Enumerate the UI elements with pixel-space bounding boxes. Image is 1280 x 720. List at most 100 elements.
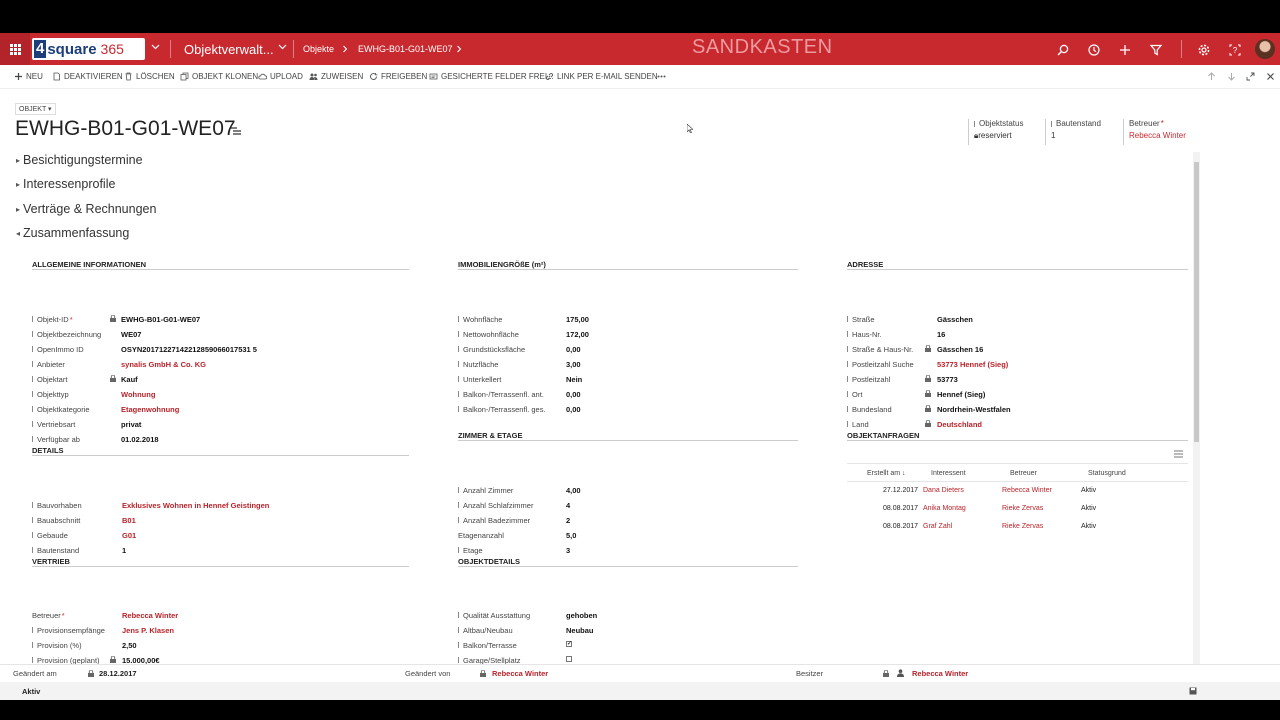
field-row: Balkon-/Terrassenfl. ges. 0,00 xyxy=(458,403,581,415)
field-label-text: Provision (%) xyxy=(37,640,82,650)
scrollbar[interactable] xyxy=(1193,152,1200,664)
chevron-right-icon xyxy=(343,45,348,53)
field-label-text: Straße & Haus-Nr. xyxy=(852,344,914,354)
more-commands-icon[interactable] xyxy=(657,72,666,81)
table-cell[interactable]: Dana Dieters xyxy=(923,487,964,494)
field-value[interactable]: 53773 Hennef (Sieg) xyxy=(937,360,1008,369)
section-vertraege[interactable]: ▸ Verträge & Rechnungen xyxy=(16,202,156,216)
chevron-down-icon[interactable] xyxy=(278,42,287,51)
chevron-down-icon[interactable] xyxy=(151,42,160,51)
field-label-text: Nettowohnfläche xyxy=(463,329,519,339)
gear-icon[interactable] xyxy=(1197,43,1211,57)
field-label: Gebaude xyxy=(32,531,68,540)
header-field-value[interactable]: Rebecca Winter xyxy=(1129,131,1186,140)
section-title: Zusammenfassung xyxy=(23,226,130,240)
footer-link[interactable]: Rebecca Winter xyxy=(912,669,968,678)
entity-type-label: OBJEKT xyxy=(19,106,47,113)
plus-icon[interactable] xyxy=(1118,43,1132,57)
search-icon[interactable] xyxy=(1056,43,1070,57)
unlock-fields-button[interactable]: GESICHERTE FELDER FREI... xyxy=(429,72,554,81)
table-cell[interactable]: Rieke Zervas xyxy=(1002,505,1043,512)
field-row: Bundesland Nordrhein-Westfalen xyxy=(847,403,1011,415)
field-value: Nein xyxy=(566,374,583,384)
mouse-cursor-icon xyxy=(687,124,693,133)
user-avatar[interactable] xyxy=(1255,39,1275,59)
field-label-text: Anzahl Badezimmer xyxy=(463,515,531,525)
field-value[interactable]: Jens P. Klasen xyxy=(122,626,174,635)
share-button[interactable]: FREIGEBEN xyxy=(369,72,427,81)
assign-button-label: ZUWEISEN xyxy=(321,72,364,81)
scrollbar-thumb[interactable] xyxy=(1194,162,1199,442)
field-value[interactable]: Exklusives Wohnen in Hennef Geistingen xyxy=(122,501,269,510)
field-label: Bautenstand xyxy=(32,546,79,555)
entity-type-selector[interactable]: OBJEKT ▾ xyxy=(15,103,56,115)
section-besichtigungstermine[interactable]: ▸ Besichtigungstermine xyxy=(16,153,143,167)
clone-button[interactable]: OBJEKT KLONEN xyxy=(180,72,258,81)
assign-button[interactable]: ZUWEISEN xyxy=(309,72,363,81)
field-label: Betreuer * xyxy=(32,611,65,620)
arrow-down-icon[interactable] xyxy=(1227,72,1236,81)
column-header-betreuer[interactable]: Betreuer xyxy=(1010,470,1037,477)
field-value[interactable]: B01 xyxy=(122,516,136,525)
area-selector[interactable]: Objektverwalt... xyxy=(184,42,274,57)
column-header-statusgrund[interactable]: Statusgrund xyxy=(1088,470,1126,477)
field-key-icon xyxy=(32,642,36,648)
close-icon[interactable] xyxy=(1266,72,1275,81)
history-icon[interactable] xyxy=(1087,43,1101,57)
field-value[interactable]: Etagenwohnung xyxy=(121,405,179,414)
group-title-vertrieb: VERTRIEB xyxy=(32,557,70,566)
help-icon[interactable]: ? xyxy=(1228,43,1242,57)
section-interessenprofile[interactable]: ▸ Interessenprofile xyxy=(16,177,115,191)
upload-button[interactable]: UPLOAD xyxy=(258,72,303,81)
field-value[interactable]: Deutschland xyxy=(937,420,982,429)
breadcrumb-entity[interactable]: Objekte xyxy=(303,44,334,54)
section-zusammenfassung[interactable]: ◂ Zusammenfassung xyxy=(16,226,129,240)
app-launcher-icon[interactable] xyxy=(0,33,30,65)
save-icon[interactable] xyxy=(1189,687,1197,695)
logo-text: square xyxy=(47,40,97,58)
field-label: Objekttyp xyxy=(32,390,69,399)
breadcrumb-record[interactable]: EWHG-B01-G01-WE07 xyxy=(358,44,453,54)
checkbox[interactable]: ✓ xyxy=(566,641,572,647)
arrow-up-icon[interactable] xyxy=(1207,72,1216,81)
table-cell: Aktiv xyxy=(1081,505,1097,512)
footer-link[interactable]: Rebecca Winter xyxy=(492,669,548,678)
top-nav-bar: 4 square 365 Objektverwalt... Objekte EW… xyxy=(0,33,1280,65)
deactivate-button[interactable]: DEAKTIVIEREN xyxy=(52,72,123,81)
field-row: Haus-Nr. 16 xyxy=(847,328,945,340)
field-value[interactable]: G01 xyxy=(122,531,136,540)
chevron-right-icon[interactable] xyxy=(455,45,463,53)
expand-icon[interactable] xyxy=(1246,72,1255,81)
field-key-icon xyxy=(458,331,462,337)
email-link-button[interactable]: LINK PER E-MAIL SENDEN xyxy=(545,72,658,81)
field-row: Altbau/Neubau Neubau xyxy=(458,624,594,636)
field-label-text: Verfügbar ab xyxy=(37,434,80,444)
field-row: Anzahl Zimmer 4,00 xyxy=(458,484,581,496)
field-label-text: Wohnfläche xyxy=(463,314,503,324)
field-value[interactable]: Rebecca Winter xyxy=(122,611,178,620)
field-value[interactable]: synalis GmbH & Co. KG xyxy=(121,360,206,369)
nav-divider xyxy=(1181,40,1182,58)
table-cell[interactable]: Rieke Zervas xyxy=(1002,523,1043,530)
grid-options-icon[interactable] xyxy=(1174,450,1183,458)
field-label-text: Objektkategorie xyxy=(37,404,90,414)
field-key-icon xyxy=(847,316,851,322)
app-logo[interactable]: 4 square 365 xyxy=(32,38,145,60)
field-label-text: Qualität Ausstattung xyxy=(463,610,531,620)
field-value[interactable]: Wohnung xyxy=(121,390,155,399)
table-cell[interactable]: Anika Montag xyxy=(923,505,966,512)
field-label: Grundstücksfläche xyxy=(458,345,525,354)
checkbox[interactable] xyxy=(566,656,572,662)
record-status: Aktiv xyxy=(22,687,41,696)
table-cell[interactable]: Graf Zahl xyxy=(923,523,952,530)
new-button[interactable]: NEU xyxy=(14,72,43,81)
field-row: Balkon-/Terrassenfl. ant. 0,00 xyxy=(458,388,581,400)
hamburger-menu-icon[interactable] xyxy=(231,127,241,135)
filter-icon[interactable] xyxy=(1149,43,1163,57)
field-label: Qualität Ausstattung xyxy=(458,611,530,620)
delete-button[interactable]: LÖSCHEN xyxy=(124,72,175,81)
column-header-erstellt[interactable]: Erstellt am ↓ xyxy=(867,470,906,477)
field-key-icon xyxy=(458,316,462,322)
table-cell[interactable]: Rebecca Winter xyxy=(1002,487,1052,494)
column-header-interessent[interactable]: Interessent xyxy=(931,470,966,477)
